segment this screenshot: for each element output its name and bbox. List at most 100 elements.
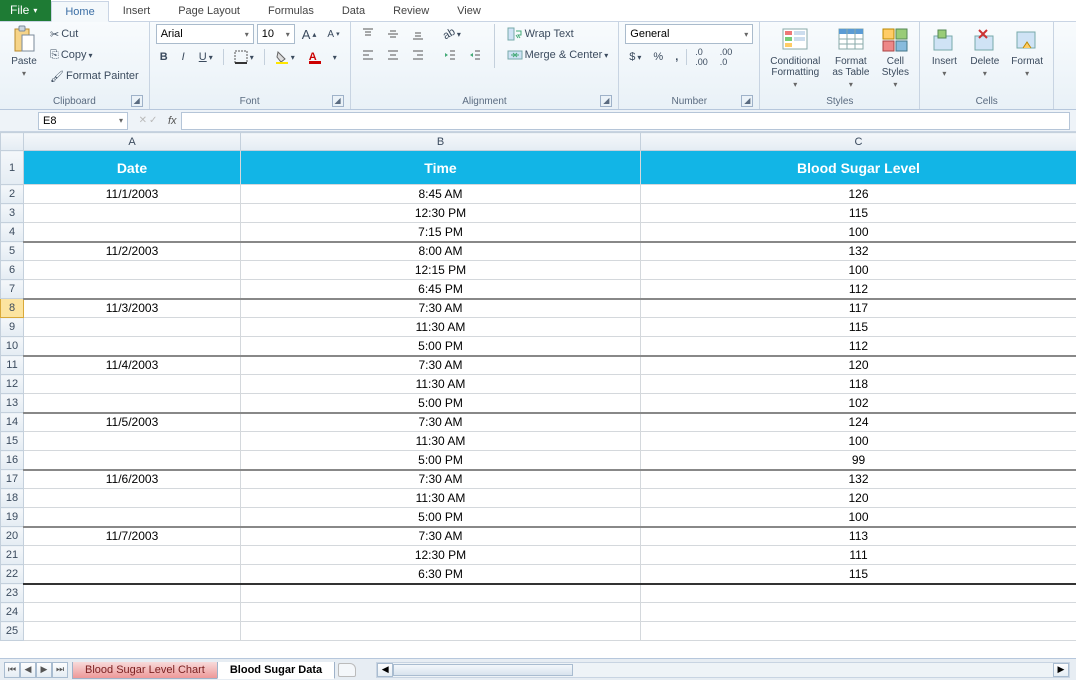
cell[interactable]: 117: [641, 299, 1076, 318]
cell[interactable]: 100: [641, 223, 1076, 242]
cell[interactable]: 8:00 AM: [241, 242, 641, 261]
scroll-right-button[interactable]: ▶: [1053, 663, 1069, 677]
cell[interactable]: 132: [641, 242, 1076, 261]
cell[interactable]: 11/3/2003: [24, 299, 241, 318]
merge-center-button[interactable]: Merge & Center▾: [503, 45, 613, 65]
italic-button[interactable]: I: [178, 49, 189, 65]
cell[interactable]: 115: [641, 204, 1076, 223]
sheet-tab-data[interactable]: Blood Sugar Data: [217, 662, 335, 679]
format-as-table-button[interactable]: Format as Table▾: [828, 24, 873, 91]
cut-button[interactable]: ✂Cut: [46, 24, 143, 44]
row-header[interactable]: 6: [1, 261, 24, 280]
paste-button[interactable]: Paste ▾: [6, 24, 42, 80]
cell[interactable]: [641, 584, 1076, 603]
align-left-button[interactable]: [357, 46, 379, 64]
cell[interactable]: 11/7/2003: [24, 527, 241, 546]
cell[interactable]: [24, 432, 241, 451]
cell[interactable]: 11:30 AM: [241, 375, 641, 394]
row-header[interactable]: 18: [1, 489, 24, 508]
cell[interactable]: 11:30 AM: [241, 489, 641, 508]
tab-home[interactable]: Home: [51, 1, 108, 22]
select-all-corner[interactable]: [1, 133, 24, 151]
row-header[interactable]: 9: [1, 318, 24, 337]
cell[interactable]: [24, 565, 241, 584]
worksheet-grid[interactable]: A B C 1 Date Time Blood Sugar Level 211/…: [0, 132, 1076, 658]
cell[interactable]: 126: [641, 185, 1076, 204]
tab-file[interactable]: File: [0, 0, 51, 21]
formula-bar[interactable]: [181, 112, 1070, 130]
format-cells-button[interactable]: Format▾: [1007, 24, 1047, 80]
conditional-formatting-button[interactable]: Conditional Formatting▾: [766, 24, 824, 91]
cell[interactable]: [241, 584, 641, 603]
fill-color-button[interactable]: ▾: [271, 48, 299, 66]
cell[interactable]: 11:30 AM: [241, 318, 641, 337]
cell[interactable]: [24, 394, 241, 413]
cell[interactable]: 6:30 PM: [241, 565, 641, 584]
align-top-button[interactable]: [357, 25, 379, 43]
row-header[interactable]: 16: [1, 451, 24, 470]
prev-sheet-button[interactable]: ◀: [20, 662, 36, 678]
cell[interactable]: [24, 337, 241, 356]
tab-formulas[interactable]: Formulas: [254, 0, 328, 21]
cell[interactable]: [24, 508, 241, 527]
row-header[interactable]: 1: [1, 151, 24, 185]
row-header[interactable]: 13: [1, 394, 24, 413]
column-header[interactable]: A: [24, 133, 241, 151]
cell[interactable]: 5:00 PM: [241, 394, 641, 413]
row-header[interactable]: 21: [1, 546, 24, 565]
cell[interactable]: 11/5/2003: [24, 413, 241, 432]
cell[interactable]: 102: [641, 394, 1076, 413]
cell[interactable]: 7:30 AM: [241, 356, 641, 375]
cell[interactable]: 12:15 PM: [241, 261, 641, 280]
cell[interactable]: [24, 261, 241, 280]
tab-view[interactable]: View: [443, 0, 495, 21]
cell[interactable]: 6:45 PM: [241, 280, 641, 299]
cell[interactable]: 7:15 PM: [241, 223, 641, 242]
header-cell-time[interactable]: Time: [241, 151, 641, 185]
row-header[interactable]: 19: [1, 508, 24, 527]
border-button[interactable]: ▾: [230, 48, 258, 66]
wrap-text-button[interactable]: Wrap Text: [503, 24, 613, 44]
cell[interactable]: [24, 603, 241, 622]
dialog-launcher-icon[interactable]: ◢: [741, 95, 753, 107]
shrink-font-button[interactable]: A▾: [323, 27, 343, 42]
row-header[interactable]: 12: [1, 375, 24, 394]
cell[interactable]: 11/4/2003: [24, 356, 241, 375]
name-box[interactable]: E8▾: [38, 112, 128, 130]
cell[interactable]: 100: [641, 508, 1076, 527]
cell[interactable]: [24, 318, 241, 337]
cell[interactable]: [241, 603, 641, 622]
row-header[interactable]: 17: [1, 470, 24, 489]
font-color-button[interactable]: A▾: [305, 48, 341, 66]
last-sheet-button[interactable]: ⏭: [52, 662, 68, 678]
align-right-button[interactable]: [407, 46, 429, 64]
cell[interactable]: 100: [641, 432, 1076, 451]
row-header[interactable]: 8: [1, 299, 24, 318]
cell[interactable]: [24, 204, 241, 223]
accounting-format-button[interactable]: $▾: [625, 49, 645, 65]
row-header[interactable]: 10: [1, 337, 24, 356]
align-center-button[interactable]: [382, 46, 404, 64]
cell[interactable]: 115: [641, 565, 1076, 584]
scroll-left-button[interactable]: ◀: [377, 663, 393, 677]
decrease-indent-button[interactable]: [439, 46, 461, 64]
row-header[interactable]: 25: [1, 622, 24, 641]
cell[interactable]: 7:30 AM: [241, 527, 641, 546]
header-cell-date[interactable]: Date: [24, 151, 241, 185]
cell[interactable]: 124: [641, 413, 1076, 432]
cell[interactable]: 111: [641, 546, 1076, 565]
increase-indent-button[interactable]: [464, 46, 486, 64]
row-header[interactable]: 11: [1, 356, 24, 375]
number-format-combo[interactable]: General▾: [625, 24, 753, 44]
align-bottom-button[interactable]: [407, 25, 429, 43]
fx-icon[interactable]: fx: [168, 115, 177, 127]
row-header[interactable]: 14: [1, 413, 24, 432]
row-header[interactable]: 7: [1, 280, 24, 299]
cell[interactable]: 8:45 AM: [241, 185, 641, 204]
cell[interactable]: 12:30 PM: [241, 204, 641, 223]
enter-icon[interactable]: ✓: [149, 115, 157, 126]
cell[interactable]: 113: [641, 527, 1076, 546]
cell[interactable]: 11:30 AM: [241, 432, 641, 451]
cell[interactable]: [24, 375, 241, 394]
horizontal-scrollbar[interactable]: ◀ ▶: [376, 662, 1070, 678]
